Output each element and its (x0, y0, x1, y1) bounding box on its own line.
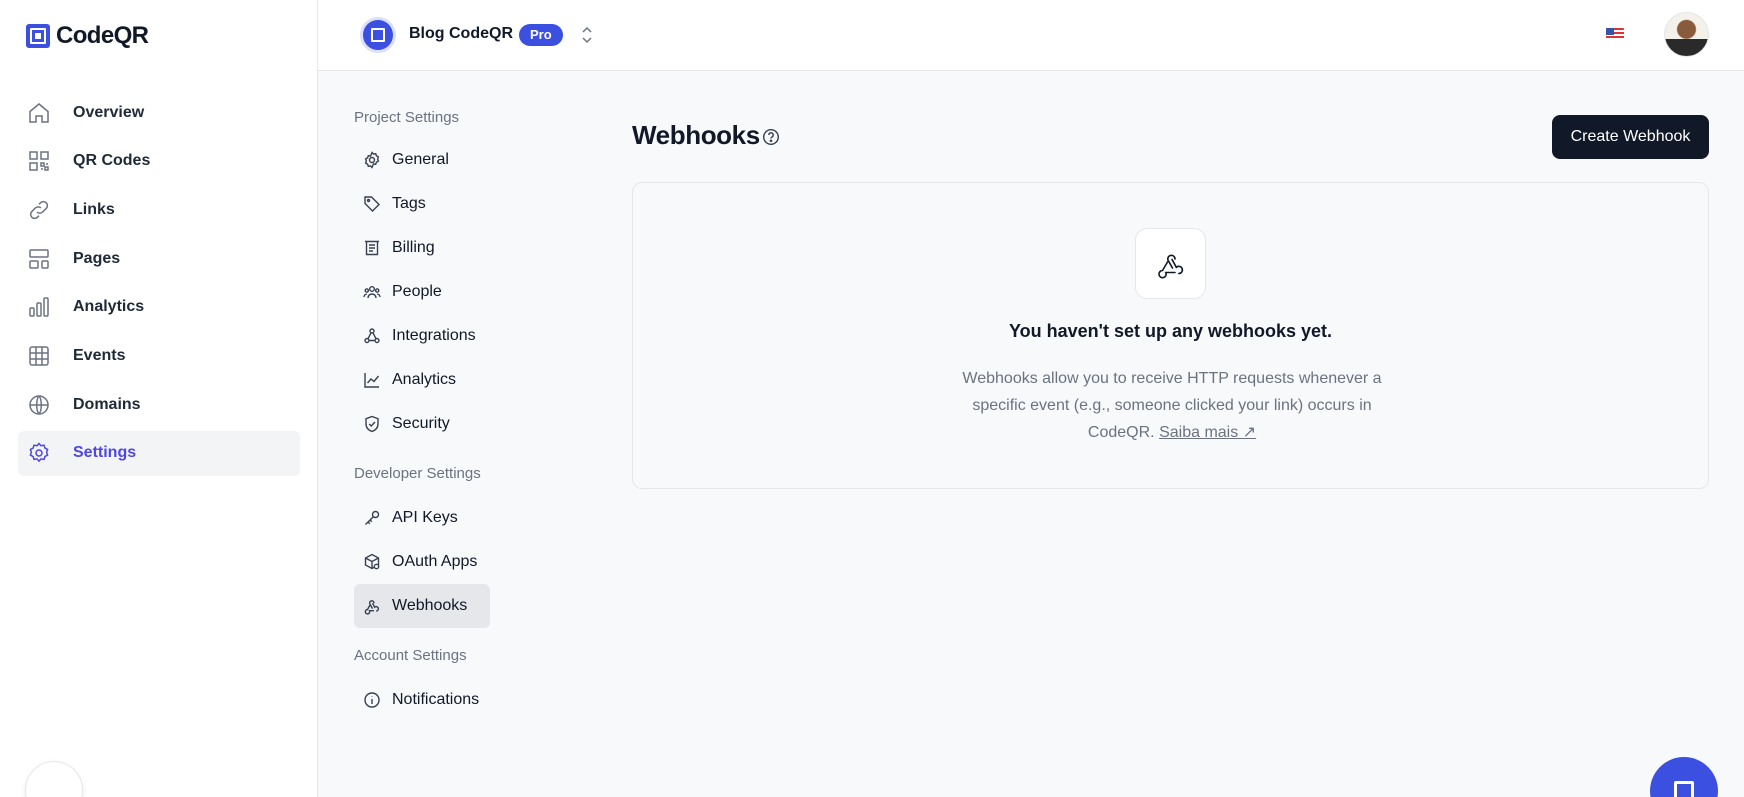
webhook-icon (363, 597, 381, 615)
settings-item-billing[interactable]: Billing (354, 226, 490, 270)
group-heading-developer-settings: Developer Settings (354, 465, 481, 482)
settings-item-label: Security (392, 415, 450, 432)
learn-more-link[interactable]: Saiba mais ↗ (1159, 424, 1256, 441)
grid-table-icon (27, 344, 51, 368)
help-launcher-button[interactable] (26, 762, 82, 797)
sidebar-item-links[interactable]: Links (18, 187, 300, 232)
settings-item-label: Analytics (392, 371, 457, 388)
sidebar-item-label: Domains (73, 395, 141, 413)
chevron-up-down-icon[interactable] (580, 24, 594, 46)
settings-item-label: People (392, 283, 442, 300)
settings-item-security[interactable]: Security (354, 402, 490, 446)
layout-icon (27, 247, 51, 271)
page-title: Webhooks (632, 120, 760, 150)
sidebar-item-events[interactable]: Events (18, 333, 300, 378)
cog-icon (363, 151, 381, 169)
sidebar-item-label: Overview (73, 103, 145, 121)
people-icon (363, 283, 381, 301)
sidebar-item-label: Analytics (73, 298, 145, 316)
sidebar-item-analytics[interactable]: Analytics (18, 285, 300, 330)
chat-launcher-button[interactable] (1650, 757, 1718, 797)
link-icon (27, 198, 51, 222)
shield-check-icon (363, 415, 381, 433)
settings-item-general[interactable]: General (354, 138, 490, 182)
tag-icon (363, 195, 381, 213)
settings-item-tags[interactable]: Tags (354, 182, 490, 226)
sidebar-item-label: Pages (73, 249, 121, 267)
line-chart-icon (363, 371, 381, 389)
settings-item-label: Billing (392, 239, 435, 256)
us-flag-icon[interactable] (1606, 28, 1624, 40)
settings-item-label: Notifications (392, 691, 480, 708)
project-avatar[interactable] (360, 17, 396, 53)
sidebar-item-settings[interactable]: Settings (18, 430, 300, 476)
sidebar-item-label: QR Codes (73, 152, 151, 170)
sidebar-item-overview[interactable]: Overview (18, 90, 300, 135)
empty-state-description: Webhooks allow you to receive HTTP reque… (952, 365, 1392, 446)
brand-name: CodeQR (56, 22, 149, 49)
home-icon (27, 101, 51, 125)
question-circle-icon[interactable] (762, 128, 780, 146)
settings-item-label: General (392, 151, 449, 168)
sidebar-item-qr-codes[interactable]: QR Codes (18, 139, 300, 184)
avatar[interactable] (1664, 12, 1709, 57)
settings-item-integrations[interactable]: Integrations (354, 314, 490, 358)
main-nav: Overview QR Codes Links Pages Analytics (18, 90, 300, 480)
settings-item-notifications[interactable]: Notifications (354, 678, 490, 722)
settings-item-people[interactable]: People (354, 270, 490, 314)
brand-logo[interactable]: CodeQR (26, 22, 149, 50)
empty-state-title: You haven't set up any webhooks yet. (1008, 321, 1332, 341)
project-name[interactable]: Blog CodeQR (409, 25, 513, 43)
sidebar-item-label: Links (73, 200, 115, 218)
sidebar-item-label: Settings (73, 444, 137, 462)
settings-item-label: OAuth Apps (392, 553, 478, 570)
bar-chart-icon (27, 295, 51, 319)
empty-state-card: You haven't set up any webhooks yet. Web… (632, 182, 1709, 489)
settings-item-label: Tags (392, 195, 426, 212)
settings-item-analytics[interactable]: Analytics (354, 358, 490, 402)
top-bar: Blog CodeQR Pro (318, 0, 1744, 71)
plan-badge: Pro (519, 24, 563, 46)
key-icon (363, 509, 381, 527)
group-heading-account-settings: Account Settings (354, 647, 467, 664)
settings-item-oauth-apps[interactable]: OAuth Apps (354, 540, 490, 584)
box-icon (363, 553, 381, 571)
info-icon (363, 691, 381, 709)
create-webhook-button[interactable]: Create Webhook (1552, 115, 1709, 159)
webhook-icon (1135, 228, 1206, 299)
sidebar-item-label: Events (73, 346, 126, 364)
globe-icon (27, 393, 51, 417)
group-heading-project-settings: Project Settings (354, 109, 460, 126)
codeqr-logo-icon (26, 24, 50, 48)
sidebar-item-domains[interactable]: Domains (18, 382, 300, 427)
gear-icon (27, 441, 51, 465)
settings-item-label: Integrations (392, 327, 476, 344)
settings-item-api-keys[interactable]: API Keys (354, 496, 490, 540)
settings-item-webhooks[interactable]: Webhooks (354, 584, 490, 628)
receipt-icon (363, 239, 381, 257)
settings-item-label: API Keys (392, 509, 458, 526)
integrations-icon (363, 327, 381, 345)
sidebar-item-pages[interactable]: Pages (18, 236, 300, 281)
qr-code-icon (27, 149, 51, 173)
settings-item-label: Webhooks (392, 597, 468, 614)
sidebar: CodeQR Overview QR Codes Links Pages Ana… (0, 0, 318, 797)
settings-nav: Project Settings General Tags Billing Pe… (354, 106, 490, 722)
